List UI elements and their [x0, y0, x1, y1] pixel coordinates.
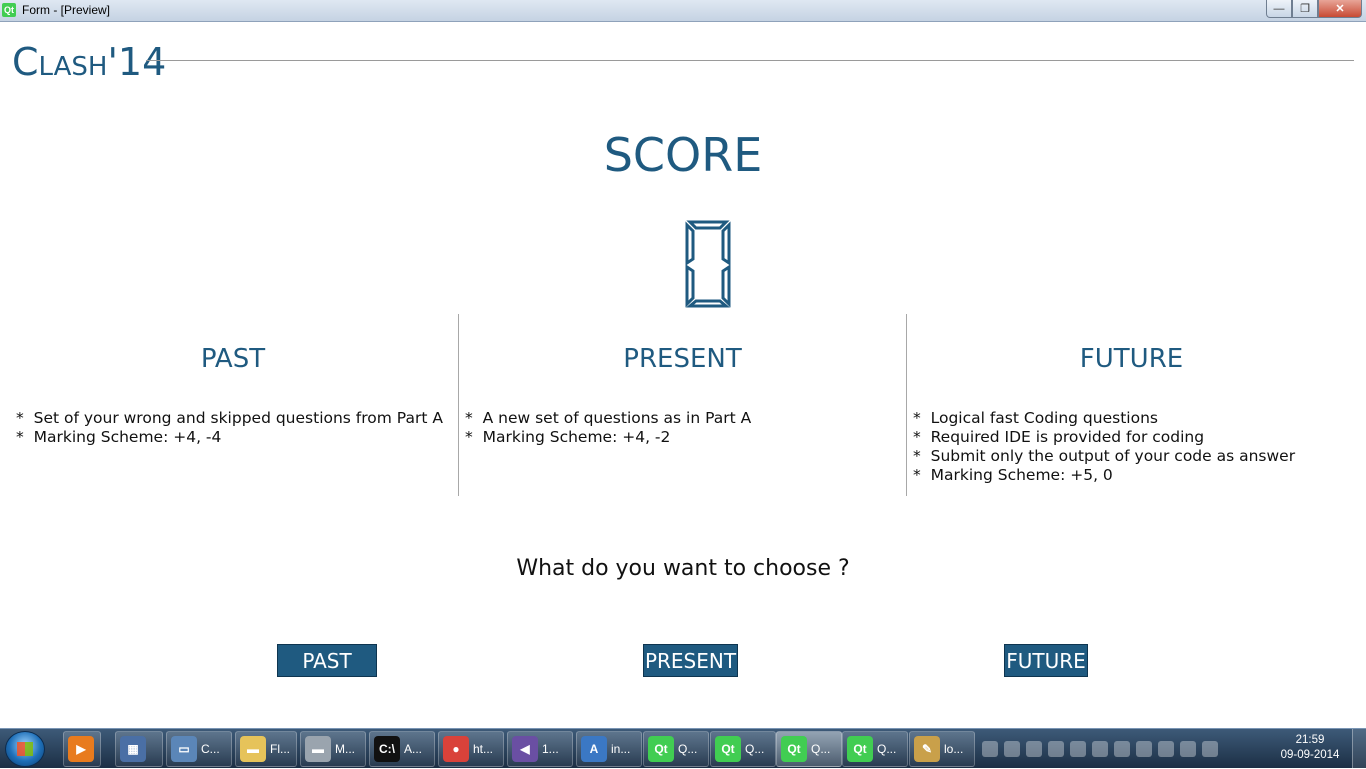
tools-icon[interactable] — [1180, 741, 1196, 757]
window-controls: — ❐ ✕ — [1266, 0, 1362, 18]
chrome-icon: ● — [443, 736, 469, 762]
header-divider — [146, 60, 1354, 61]
taskbar-button[interactable]: Qt Q... — [776, 731, 842, 767]
past-details: Set of your wrong and skipped questions … — [16, 409, 443, 447]
lcd-segment-bottom-right — [721, 264, 731, 308]
taskbar-button[interactable]: ▭ C... — [166, 731, 232, 767]
folder-icon: ▬ — [240, 736, 266, 762]
qt-creator-icon: Qt — [847, 736, 873, 762]
list-item: Marking Scheme: +4, -2 — [465, 428, 751, 447]
shield-icon[interactable] — [982, 741, 998, 757]
taskbar-button[interactable]: ▶ — [63, 731, 101, 767]
list-item: Set of your wrong and skipped questions … — [16, 409, 443, 428]
taskbar-button-label: Q... — [877, 742, 897, 756]
past-heading: PAST — [200, 344, 266, 374]
score-title: SCORE — [603, 128, 763, 182]
clash-logo: CLASH'14 — [12, 42, 166, 87]
taskbar-button[interactable]: ◀ 1... — [507, 731, 573, 767]
list-item: Logical fast Coding questions — [913, 409, 1295, 428]
bluetooth-icon[interactable] — [1004, 741, 1020, 757]
qt-creator-icon: Qt — [715, 736, 741, 762]
drive-icon: ▬ — [305, 736, 331, 762]
past-column: PAST Set of your wrong and skipped quest… — [10, 314, 456, 496]
film-icon: ▦ — [120, 736, 146, 762]
taskbar-button[interactable]: Qt Q... — [643, 731, 709, 767]
qt-icon: Qt — [2, 3, 16, 17]
avast-icon[interactable] — [1158, 741, 1174, 757]
taskbar-button[interactable]: ● ht... — [438, 731, 504, 767]
minimize-button[interactable]: — — [1266, 0, 1292, 18]
system-tray — [982, 737, 1218, 761]
keyboard-icon[interactable] — [1070, 741, 1086, 757]
clock[interactable]: 21:59 09-09-2014 — [1275, 733, 1345, 763]
show-desktop-button[interactable] — [1352, 729, 1366, 769]
monitor-icon[interactable] — [1114, 741, 1130, 757]
list-item: Marking Scheme: +5, 0 — [913, 466, 1295, 485]
flag-icon[interactable] — [1202, 741, 1218, 757]
taskbar-button-label: in... — [611, 742, 631, 756]
taskbar-button-label: Fl... — [270, 742, 290, 756]
present-button[interactable]: PRESENT — [643, 644, 738, 677]
qt-creator-icon: Qt — [648, 736, 674, 762]
taskbar-button-label: A... — [404, 742, 423, 756]
lcd-segment-top-left — [685, 221, 695, 266]
list-item: Submit only the output of your code as a… — [913, 447, 1295, 466]
past-button[interactable]: PAST — [277, 644, 377, 677]
lcd-segment-bottom-left — [685, 264, 695, 308]
network-icon[interactable] — [1092, 741, 1108, 757]
taskbar-button[interactable]: Qt Q... — [710, 731, 776, 767]
present-column: PRESENT A new set of questions as in Par… — [458, 314, 906, 496]
future-button[interactable]: FUTURE — [1004, 644, 1088, 677]
future-column: FUTURE Logical fast Coding questions Req… — [906, 314, 1356, 496]
taskbar-button-label: lo... — [944, 742, 964, 756]
taskbar-button[interactable]: ▬ Fl... — [235, 731, 297, 767]
maximize-button[interactable]: ❐ — [1292, 0, 1318, 18]
taskbar: ▶ ▦ ▭ C... ▬ Fl... ▬ M... C:\ A... ● ht... ◀ 1... Ain.… — [0, 728, 1366, 769]
choice-question: What do you want to choose ? — [516, 556, 850, 581]
close-button[interactable]: ✕ — [1318, 0, 1362, 18]
taskbar-button-label: Q... — [811, 742, 831, 756]
logo-small-text: LASH — [38, 52, 108, 82]
taskbar-button[interactable]: C:\ A... — [369, 731, 435, 767]
taskbar-button[interactable]: Qt Q... — [842, 731, 908, 767]
computer-icon: ▭ — [171, 736, 197, 762]
taskbar-button-label: Q... — [745, 742, 765, 756]
media-player-icon: ▶ — [68, 736, 94, 762]
document-icon: A — [581, 736, 607, 762]
list-item: A new set of questions as in Part A — [465, 409, 752, 428]
clock-date: 09-09-2014 — [1280, 749, 1340, 761]
terminal-icon: C:\ — [374, 736, 400, 762]
logo-suffix: '14 — [107, 40, 167, 84]
volume-icon[interactable] — [1048, 741, 1064, 757]
taskbar-button[interactable]: Ain... — [576, 731, 642, 767]
lcd-segment-top — [686, 220, 730, 230]
present-heading: PRESENT — [623, 344, 742, 374]
list-item: Required IDE is provided for coding — [913, 428, 1295, 447]
taskbar-button[interactable]: ✎ lo... — [909, 731, 975, 767]
logo-initial: C — [12, 40, 39, 84]
battery-icon[interactable] — [1026, 741, 1042, 757]
future-details: Logical fast Coding questions Required I… — [913, 409, 1295, 485]
taskbar-button-label: 1... — [542, 742, 559, 756]
window-title: Form - [Preview] — [22, 3, 111, 17]
taskbar-button-label: ht... — [473, 742, 494, 756]
taskbar-button-label: M... — [335, 742, 355, 756]
clock-time: 21:59 — [1295, 734, 1325, 746]
present-details: A new set of questions as in Part A Mark… — [465, 409, 752, 447]
lcd-segment-bottom — [685, 299, 731, 308]
taskbar-button[interactable]: ▬ M... — [300, 731, 366, 767]
qt-creator-icon: Qt — [781, 736, 807, 762]
future-heading: FUTURE — [1079, 344, 1184, 374]
taskbar-button[interactable]: ▦ — [115, 731, 163, 767]
title-bar[interactable]: Qt Form - [Preview] — ❐ ✕ — [0, 0, 1366, 22]
visual-studio-icon: ◀ — [512, 736, 538, 762]
paint-icon: ✎ — [914, 736, 940, 762]
lcd-segment-top-right — [721, 221, 731, 266]
start-button[interactable] — [5, 731, 45, 767]
update-icon[interactable] — [1136, 741, 1152, 757]
taskbar-button-label: Q... — [678, 742, 698, 756]
score-lcd-display: 0 — [685, 220, 731, 308]
taskbar-button-label: C... — [201, 742, 220, 756]
list-item: Marking Scheme: +4, -4 — [16, 428, 443, 447]
